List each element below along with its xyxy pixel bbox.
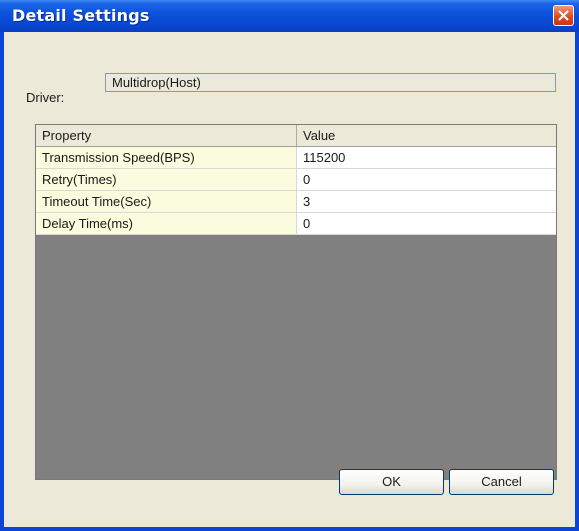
value-cell[interactable]: 0 bbox=[297, 169, 556, 191]
table-row[interactable]: Timeout Time(Sec) 3 bbox=[36, 191, 556, 213]
property-cell[interactable]: Transmission Speed(BPS) bbox=[36, 147, 297, 169]
driver-field: Multidrop(Host) bbox=[105, 73, 556, 92]
close-button[interactable] bbox=[553, 5, 574, 26]
value-cell[interactable]: 0 bbox=[297, 213, 556, 235]
driver-value: Multidrop(Host) bbox=[112, 75, 201, 90]
dialog-body: Driver: Multidrop(Host) Property Value T… bbox=[4, 32, 575, 527]
table-row[interactable]: Transmission Speed(BPS) 115200 bbox=[36, 147, 556, 169]
cancel-button[interactable]: Cancel bbox=[449, 469, 554, 495]
property-cell[interactable]: Delay Time(ms) bbox=[36, 213, 297, 235]
title-bar[interactable]: Detail Settings bbox=[0, 0, 579, 32]
dialog-window: Detail Settings Driver: Multidrop(Host) … bbox=[0, 0, 579, 531]
close-icon bbox=[558, 10, 569, 21]
property-grid: Property Value Transmission Speed(BPS) 1… bbox=[35, 124, 557, 480]
value-cell[interactable]: 3 bbox=[297, 191, 556, 213]
table-row[interactable]: Retry(Times) 0 bbox=[36, 169, 556, 191]
window-title: Detail Settings bbox=[12, 6, 150, 25]
property-cell[interactable]: Timeout Time(Sec) bbox=[36, 191, 297, 213]
column-header-value[interactable]: Value bbox=[297, 125, 556, 147]
value-cell[interactable]: 115200 bbox=[297, 147, 556, 169]
column-header-property[interactable]: Property bbox=[36, 125, 297, 147]
table-row[interactable]: Delay Time(ms) 0 bbox=[36, 213, 556, 235]
driver-label: Driver: bbox=[26, 90, 65, 105]
ok-button[interactable]: OK bbox=[339, 469, 444, 495]
property-cell[interactable]: Retry(Times) bbox=[36, 169, 297, 191]
